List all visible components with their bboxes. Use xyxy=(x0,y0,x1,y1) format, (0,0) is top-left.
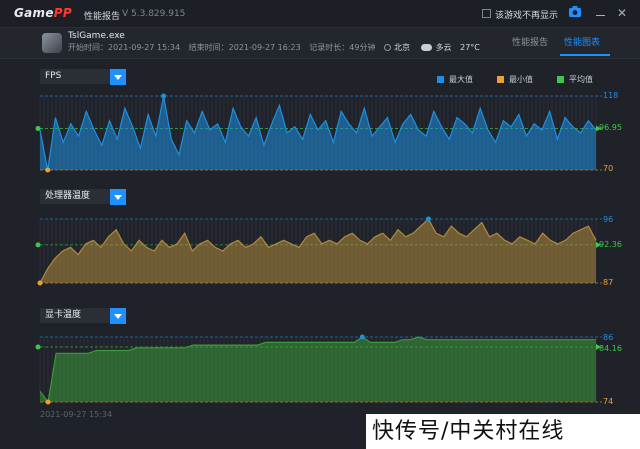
fps-chart xyxy=(35,93,602,173)
fps-avg-value: 96.95 xyxy=(599,123,622,132)
metric-select-gpu-temp[interactable]: 显卡温度 xyxy=(40,308,110,323)
chevron-down-icon[interactable] xyxy=(110,189,126,205)
watermark: 快传号/中关村在线 xyxy=(366,414,640,449)
dont-show-label[interactable]: 该游戏不再显示 xyxy=(495,8,558,21)
weather: 多云 xyxy=(435,43,452,52)
gpu-temp-chart xyxy=(35,334,602,405)
avg-point xyxy=(35,125,41,131)
active-tab-indicator xyxy=(560,54,610,56)
max-point xyxy=(359,334,365,340)
temperature: 27°C xyxy=(460,43,480,52)
min-point xyxy=(37,280,43,286)
max-point xyxy=(161,93,167,99)
end-time: 结束时间：2021-09-27 16:23 xyxy=(188,43,301,52)
metric-select-fps[interactable]: FPS xyxy=(40,69,110,84)
tab-performance-report[interactable]: 性能报告 xyxy=(512,35,548,48)
app-title: 性能报告 xyxy=(84,12,121,22)
cpu-min-value: 87 xyxy=(603,278,614,287)
series-area xyxy=(40,96,596,170)
legend-min-label: 最小值 xyxy=(509,75,533,84)
series-area xyxy=(40,219,596,283)
avg-point xyxy=(35,344,41,350)
legend-max-swatch xyxy=(437,76,444,83)
dont-show-checkbox[interactable] xyxy=(482,9,491,18)
max-point xyxy=(425,216,431,222)
timeline-start-label: 2021-09-27 15:34 xyxy=(40,410,113,419)
chevron-down-icon[interactable] xyxy=(110,69,126,85)
min-point xyxy=(45,167,51,173)
legend-max-label: 最大值 xyxy=(449,75,473,84)
duration: 记录时长：49分钟 xyxy=(309,43,376,52)
city: 北京 xyxy=(394,43,411,52)
fps-min-value: 70 xyxy=(603,164,614,173)
metric-select-cpu-temp[interactable]: 处理器温度 xyxy=(40,189,110,204)
avg-point xyxy=(35,242,41,248)
location-pin-icon xyxy=(384,44,392,51)
chevron-down-icon[interactable] xyxy=(110,308,126,324)
logo-text: Game xyxy=(14,6,54,20)
tab-performance-chart[interactable]: 性能图表 xyxy=(564,35,600,48)
series-area xyxy=(40,337,596,402)
min-point xyxy=(45,399,51,405)
logo-accent: PP xyxy=(53,6,72,20)
game-icon xyxy=(42,33,62,53)
cpu-max-value: 96 xyxy=(603,215,614,224)
cpu-temp-chart xyxy=(35,216,602,286)
gpu-max-value: 86 xyxy=(603,333,614,342)
session-details: 开始时间：2021-09-27 15:34 结束时间：2021-09-27 16… xyxy=(68,42,486,53)
legend-avg-label: 平均值 xyxy=(569,75,593,84)
app-logo: GamePP xyxy=(14,6,72,20)
version-label: V 5.3.829.915 xyxy=(122,9,186,19)
minimize-icon[interactable] xyxy=(596,15,605,16)
game-name: TslGame.exe xyxy=(68,31,125,41)
close-icon[interactable]: ✕ xyxy=(617,7,627,19)
start-time: 开始时间：2021-09-27 15:34 xyxy=(68,43,181,52)
fps-max-value: 118 xyxy=(603,91,619,100)
gpu-avg-value: 84.16 xyxy=(599,344,622,353)
camera-icon[interactable] xyxy=(569,6,581,17)
legend-avg-swatch xyxy=(557,76,564,83)
gpu-min-value: 74 xyxy=(603,397,614,406)
cpu-avg-value: 92.36 xyxy=(599,240,622,249)
cloud-icon xyxy=(420,44,432,51)
legend-min-swatch xyxy=(497,76,504,83)
